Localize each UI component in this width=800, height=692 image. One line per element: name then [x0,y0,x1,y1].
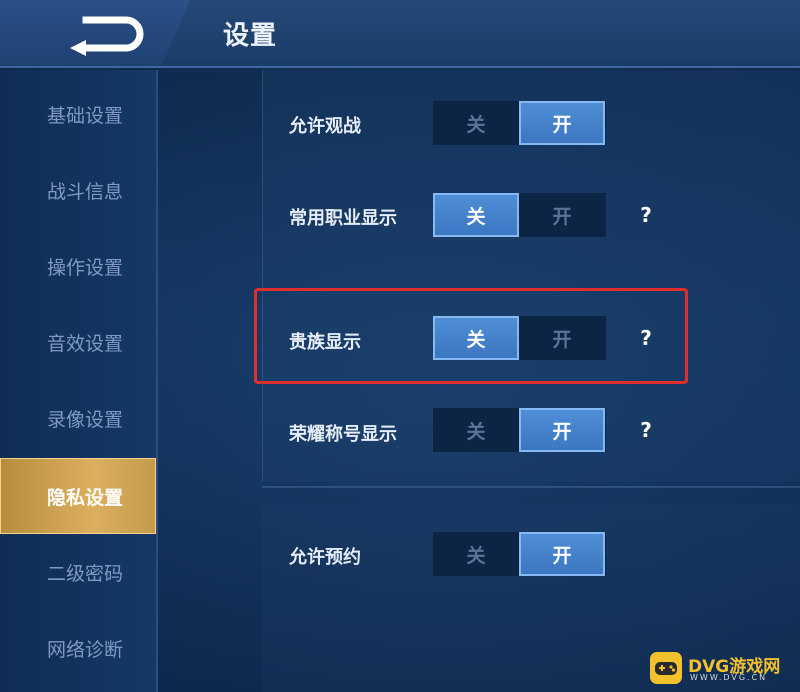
help-icon[interactable]: ? [634,417,658,443]
toggle-off-option[interactable]: 关 [433,408,519,452]
toggle-noble-display: 关 开 [433,316,606,360]
sidebar-item-label: 网络诊断 [47,638,124,661]
divider [262,486,800,488]
sidebar-item-secondary-password[interactable]: 二级密码 [0,534,156,610]
sidebar-item-label: 隐私设置 [47,486,124,509]
help-icon[interactable]: ? [634,325,658,351]
setting-label-common-role-display: 常用职业显示 [289,208,397,229]
toggle-on-option[interactable]: 开 [519,193,605,237]
header-bar: 设置 [0,0,800,68]
toggle-common-role-display: 关 开 [433,193,606,237]
sidebar-item-basic-settings[interactable]: 基础设置 [0,76,156,152]
sidebar-item-battle-info[interactable]: 战斗信息 [0,152,156,228]
watermark: DVG游戏网 WWW.DVG.CN [650,648,796,688]
sidebar-item-label: 操作设置 [47,256,124,279]
toggle-on-option[interactable]: 开 [519,101,605,145]
toggle-off-option[interactable]: 关 [433,193,519,237]
setting-label-allow-reservation: 允许预约 [289,547,361,568]
sidebar-item-network-diagnosis[interactable]: 网络诊断 [0,610,156,686]
sidebar-item-label: 录像设置 [47,408,124,431]
setting-label-allow-spectate: 允许观战 [289,116,361,137]
sidebar-item-label: 战斗信息 [47,180,124,203]
toggle-on-option[interactable]: 开 [519,532,605,576]
settings-screen: 设置 基础设置 战斗信息 操作设置 音效设置 录像设置 隐私设置 二级密码 网络… [0,0,800,692]
toggle-allow-reservation: 关 开 [433,532,606,576]
toggle-on-option[interactable]: 开 [519,316,605,360]
help-icon[interactable]: ? [634,202,658,228]
sidebar-item-label: 二级密码 [47,562,124,585]
setting-label-honor-title-display: 荣耀称号显示 [289,424,397,445]
toggle-off-option[interactable]: 关 [433,101,519,145]
sidebar-item-sound[interactable]: 音效设置 [0,304,156,380]
back-arrow-icon [70,16,144,56]
sidebar-item-privacy[interactable]: 隐私设置 [0,458,156,534]
toggle-allow-spectate: 关 开 [433,101,606,145]
toggle-on-option[interactable]: 开 [519,408,605,452]
sidebar-item-controls[interactable]: 操作设置 [0,228,156,304]
page-title: 设置 [223,21,278,51]
sidebar-item-label: 基础设置 [47,104,124,127]
sidebar: 基础设置 战斗信息 操作设置 音效设置 录像设置 隐私设置 二级密码 网络诊断 [0,70,158,692]
toggle-off-option[interactable]: 关 [433,316,519,360]
sidebar-item-label: 音效设置 [47,332,124,355]
sidebar-item-replay[interactable]: 录像设置 [0,380,156,456]
toggle-honor-title-display: 关 开 [433,408,606,452]
back-button[interactable] [60,12,152,56]
toggle-off-option[interactable]: 关 [433,532,519,576]
gamepad-logo-icon [650,652,682,684]
setting-label-noble-display: 贵族显示 [289,332,361,353]
watermark-subtext: WWW.DVG.CN [690,673,768,682]
